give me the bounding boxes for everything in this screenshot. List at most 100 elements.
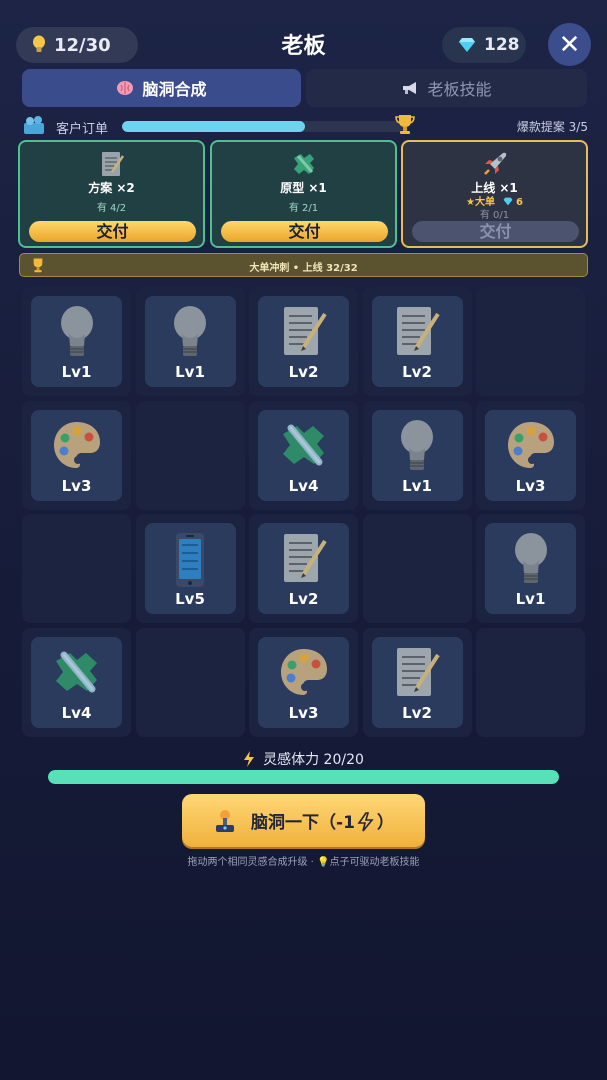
order-have: 有 2/1 bbox=[288, 203, 319, 214]
grid-cell[interactable]: Lv3 bbox=[249, 627, 358, 737]
order-card-prototype: 原型 ×1 有 2/1 交付 bbox=[210, 140, 397, 248]
order-card-plan: 方案 ×2 有 4/2 交付 bbox=[18, 140, 205, 248]
grid-cell[interactable]: Lv1 bbox=[362, 400, 472, 510]
grid-cell[interactable]: Lv1 bbox=[22, 287, 131, 396]
item-level: Lv4 bbox=[61, 703, 92, 722]
deliver-button[interactable]: 交付 bbox=[221, 221, 388, 242]
brainstorm-label: 脑洞一下（-1） bbox=[251, 812, 394, 833]
close-button[interactable]: ✕ bbox=[548, 23, 591, 66]
merge-item-palette[interactable]: Lv3 bbox=[258, 636, 349, 728]
trophy-icon bbox=[395, 115, 415, 134]
document-icon bbox=[101, 152, 124, 176]
grid-cell[interactable]: Lv1 bbox=[135, 287, 245, 396]
grid-cell[interactable]: Lv2 bbox=[249, 287, 358, 396]
clients-icon bbox=[24, 116, 44, 134]
stamina-label: 灵感体力 20/20 bbox=[0, 749, 607, 769]
grid-cell[interactable]: Lv2 bbox=[249, 514, 358, 623]
grid-cell[interactable]: Lv3 bbox=[476, 400, 585, 510]
rush-text: 大单冲刺 • 上线 32/32 bbox=[249, 263, 358, 274]
merge-item-bulb[interactable]: Lv1 bbox=[144, 296, 236, 387]
merge-item-doc[interactable]: Lv2 bbox=[258, 296, 349, 387]
item-level: Lv1 bbox=[515, 590, 546, 608]
order-have: 有 4/2 bbox=[96, 203, 127, 214]
document-icon bbox=[372, 645, 463, 701]
grid-cell[interactable]: Lv1 bbox=[476, 514, 585, 623]
gems-counter: 128 bbox=[442, 27, 526, 63]
lightbulb-icon bbox=[31, 304, 122, 360]
palette-icon bbox=[258, 645, 349, 699]
hot-proposal-counter: 爆款提案 3/5 bbox=[516, 120, 588, 134]
rush-banner: 大单冲刺 • 上线 32/32 bbox=[19, 253, 588, 277]
tab-brain-merge[interactable]: 脑洞合成 bbox=[22, 69, 301, 107]
merge-item-palette[interactable]: Lv3 bbox=[31, 409, 122, 501]
gems-value: 128 bbox=[484, 35, 520, 55]
lightning-icon bbox=[244, 751, 255, 767]
deliver-button[interactable]: 交付 bbox=[412, 221, 579, 242]
orders-progress-fill bbox=[122, 121, 306, 132]
puzzle-icon bbox=[31, 645, 122, 699]
lightbulb-icon bbox=[145, 304, 236, 360]
item-level: Lv3 bbox=[288, 703, 319, 722]
stamina-text: 灵感体力 20/20 bbox=[263, 752, 364, 768]
orders-label: 客户订单 bbox=[56, 122, 109, 137]
order-card-launch: 上线 ×1 ★大单 6 有 0/1 交付 bbox=[401, 140, 588, 248]
stamina-bar-fill bbox=[48, 770, 559, 784]
item-level: Lv4 bbox=[288, 476, 319, 495]
grid-cell[interactable]: Lv2 bbox=[362, 287, 472, 396]
grid-cell[interactable]: Lv2 bbox=[362, 627, 472, 737]
tab-label: 老板技能 bbox=[427, 80, 492, 99]
orders-progress-bar bbox=[122, 121, 404, 132]
merge-item-puzzle[interactable]: Lv4 bbox=[31, 636, 122, 728]
document-icon bbox=[258, 304, 349, 360]
merge-item-bulb[interactable]: Lv1 bbox=[485, 523, 576, 614]
grid-cell-empty[interactable] bbox=[135, 400, 245, 510]
rocket-icon bbox=[483, 152, 506, 175]
item-level: Lv2 bbox=[288, 363, 319, 381]
item-level: Lv3 bbox=[515, 476, 546, 495]
merge-item-doc[interactable]: Lv2 bbox=[371, 636, 463, 728]
close-icon: ✕ bbox=[558, 29, 581, 60]
orders-progress-row: 客户订单 爆款提案 3/5 bbox=[22, 115, 588, 138]
merge-item-doc[interactable]: Lv2 bbox=[258, 523, 349, 614]
lightbulb-icon bbox=[372, 418, 463, 474]
merge-item-doc[interactable]: Lv2 bbox=[371, 296, 463, 387]
brainstorm-button[interactable]: 脑洞一下（-1） bbox=[182, 794, 425, 847]
grid-cell[interactable]: Lv4 bbox=[22, 627, 131, 737]
document-icon bbox=[258, 531, 349, 587]
diamond-icon bbox=[503, 197, 512, 206]
grid-cell-empty[interactable] bbox=[22, 514, 131, 623]
grid-cell-empty[interactable] bbox=[135, 627, 245, 737]
header: 12/30 老板 128 ✕ bbox=[0, 0, 607, 70]
merge-item-bulb[interactable]: Lv1 bbox=[371, 409, 463, 501]
grid-cell[interactable]: Lv4 bbox=[249, 400, 358, 510]
item-level: Lv2 bbox=[402, 703, 432, 722]
tab-boss-skills[interactable]: 老板技能 bbox=[306, 69, 587, 107]
item-level: Lv3 bbox=[61, 476, 92, 495]
lightning-icon bbox=[357, 812, 374, 832]
tab-label: 脑洞合成 bbox=[142, 80, 207, 99]
puzzle-icon bbox=[258, 418, 349, 472]
lightbulb-icon bbox=[485, 531, 576, 587]
merge-item-bulb[interactable]: Lv1 bbox=[31, 296, 122, 387]
grid-cell-empty[interactable] bbox=[476, 627, 585, 737]
puzzle-icon bbox=[293, 154, 314, 174]
grid-cell-empty[interactable] bbox=[362, 514, 472, 623]
grid-cell[interactable]: Lv5 bbox=[135, 514, 245, 623]
order-have: 有 0/1 bbox=[479, 210, 510, 221]
grid-cell[interactable]: Lv3 bbox=[22, 400, 131, 510]
palette-icon bbox=[485, 418, 576, 472]
merge-item-puzzle[interactable]: Lv4 bbox=[258, 409, 349, 501]
item-level: Lv1 bbox=[402, 476, 432, 495]
megaphone-icon bbox=[403, 82, 417, 94]
palette-icon bbox=[31, 418, 122, 472]
grid-cell-empty[interactable] bbox=[476, 287, 585, 396]
joystick-icon bbox=[216, 809, 235, 832]
brain-icon bbox=[117, 81, 134, 95]
document-icon bbox=[372, 304, 463, 360]
hint-text: 拖动两个相同灵感合成升级 · 💡点子可驱动老板技能 bbox=[187, 857, 420, 868]
merge-item-phone[interactable]: Lv5 bbox=[144, 523, 236, 614]
item-level: Lv5 bbox=[175, 590, 205, 608]
phone-icon bbox=[145, 531, 236, 589]
deliver-button[interactable]: 交付 bbox=[29, 221, 196, 242]
merge-item-palette[interactable]: Lv3 bbox=[485, 409, 576, 501]
